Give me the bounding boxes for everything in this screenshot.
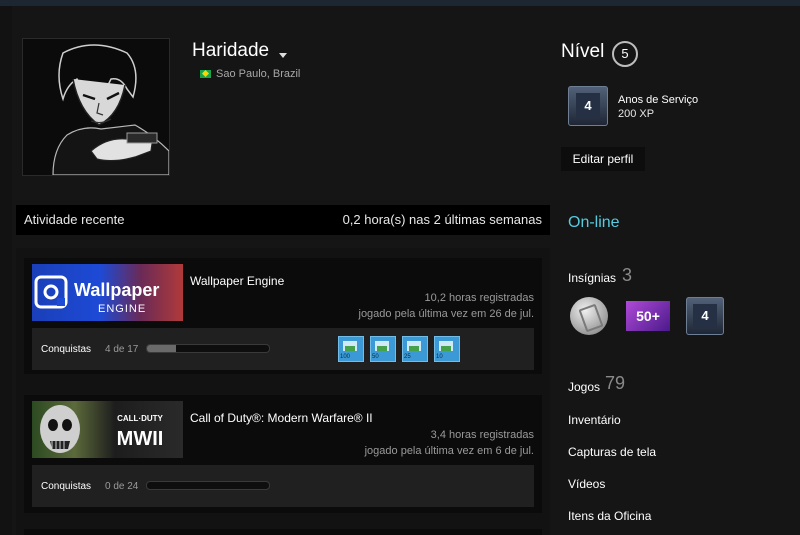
name-dropdown-caret-icon[interactable] — [279, 53, 287, 58]
inventory-link[interactable]: Inventário — [568, 413, 621, 427]
profile-location: Sao Paulo, Brazil — [216, 68, 301, 80]
years-badge-value: 4 — [693, 304, 717, 328]
years-of-service-badge[interactable]: 4 — [568, 86, 608, 126]
workshop-items-link[interactable]: Itens da Oficina — [568, 509, 651, 523]
years-of-service-title: Anos de Serviço — [618, 94, 699, 106]
years-badge[interactable]: 4 — [686, 297, 724, 335]
achievement-icon[interactable]: 25 — [402, 336, 428, 362]
years-of-service-value: 4 — [576, 93, 600, 118]
level-label: Nível — [561, 41, 605, 62]
capsule-subtitle: ENGINE — [98, 303, 146, 315]
achievement-icon-label: 50 — [372, 354, 379, 360]
game-last-played: jogado pela última vez em 6 de jul. — [364, 445, 534, 457]
screenshots-link[interactable]: Capturas de tela — [568, 445, 656, 459]
game-capsule-image[interactable]: Wallpaper ENGINE — [32, 264, 183, 321]
achievement-icon[interactable]: 100 — [338, 336, 364, 362]
game-name[interactable]: Wallpaper Engine — [190, 274, 284, 288]
achievements-label: Conquistas — [41, 481, 92, 492]
games-count[interactable]: 79 — [605, 373, 625, 394]
achievements-progress-fill — [147, 345, 176, 352]
badges-count[interactable]: 3 — [622, 265, 632, 286]
game-name[interactable]: Call of Duty®: Modern Warfare® II — [190, 411, 373, 425]
achievements-label: Conquistas — [41, 344, 92, 355]
game-card-partial — [24, 529, 542, 535]
capsule-title: Wallpaper — [74, 280, 159, 300]
games-link[interactable]: Jogos — [568, 380, 600, 394]
capsule-title: CALL·DUTY — [117, 414, 163, 423]
game-hours: 10,2 horas registradas — [424, 292, 534, 304]
profile-name[interactable]: Haridade — [192, 40, 269, 62]
avatar[interactable] — [22, 38, 170, 176]
level-50-badge[interactable]: 50+ — [626, 301, 670, 331]
game-hours: 3,4 horas registradas — [430, 429, 534, 441]
achievements-progress-bar — [146, 344, 270, 353]
achievement-icon-label: 100 — [340, 354, 351, 360]
online-status: On-line — [568, 214, 620, 231]
wallpaper-engine-logo-icon: Wallpaper ENGINE — [34, 275, 159, 315]
achievement-icon[interactable]: 50 — [370, 336, 396, 362]
achievements-bar[interactable]: Conquistas 4 de 17 100 50 25 10 — [32, 328, 534, 370]
videos-link[interactable]: Vídeos — [568, 477, 605, 491]
brazil-flag-icon — [200, 70, 211, 78]
recent-activity-header: Atividade recente 0,2 hora(s) nas 2 últi… — [16, 205, 550, 235]
game-capsule-image[interactable]: CALL·DUTY MWII — [32, 401, 183, 458]
achievements-progress-bar — [146, 481, 270, 490]
achievement-icon[interactable]: 10 — [434, 336, 460, 362]
game-last-played: jogado pela última vez em 26 de jul. — [358, 308, 535, 320]
achievement-icon-label: 10 — [436, 354, 443, 360]
achievements-count: 4 de 17 — [105, 344, 139, 355]
coin-badge-icon[interactable] — [570, 297, 608, 335]
achievement-icon-label: 25 — [404, 354, 411, 360]
years-of-service-xp: 200 XP — [618, 108, 655, 120]
achievements-bar[interactable]: Conquistas 0 de 24 — [32, 465, 534, 507]
game-card: CALL·DUTY MWII Call of Duty®: Modern War… — [24, 395, 542, 513]
achievements-count: 0 de 24 — [105, 481, 139, 492]
game-card: Wallpaper ENGINE Wallpaper Engine 10,2 h… — [24, 258, 542, 374]
recent-activity-hours: 0,2 hora(s) nas 2 últimas semanas — [342, 212, 542, 227]
badges-link[interactable]: Insígnias — [568, 271, 616, 285]
edit-profile-button[interactable]: Editar perfil — [561, 147, 645, 171]
call-of-duty-capsule-icon: CALL·DUTY MWII — [40, 405, 164, 453]
avatar-image — [23, 39, 169, 175]
capsule-subtitle: MWII — [117, 428, 164, 450]
recent-activity-title: Atividade recente — [24, 212, 125, 227]
level-value: 5 — [612, 41, 638, 67]
